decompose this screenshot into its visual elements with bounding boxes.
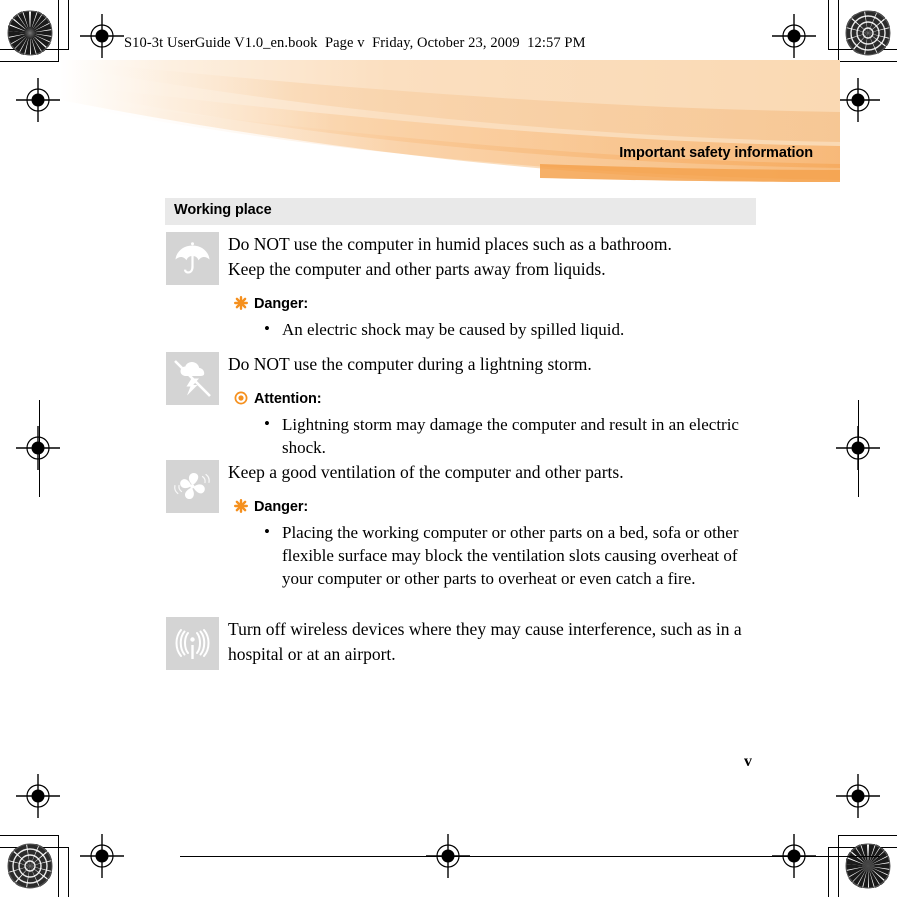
safety-block-wireless-body: Turn off wireless devices where they may… <box>228 617 756 667</box>
registration-mark-bottom-left-inner <box>80 834 124 878</box>
density-target-bottom-left <box>7 843 53 889</box>
page-banner-title: Important safety information <box>619 145 813 161</box>
danger-notice-heading: Danger: <box>228 497 756 517</box>
document-page: S10-3t UserGuide V1.0_en.book Page v Fri… <box>0 0 897 897</box>
paragraph: Do NOT use the computer in humid places … <box>228 234 672 254</box>
registration-mark-top-left-outer <box>16 78 60 122</box>
paragraph: Do NOT use the computer during a lightni… <box>228 354 592 374</box>
registration-mark-bottom-right-outer <box>836 774 880 818</box>
attention-notice-heading: Attention: <box>228 389 756 409</box>
danger-notice-label: Danger: <box>254 296 309 312</box>
crop-line-right-outer <box>838 0 839 62</box>
danger-bullet-list: An electric shock may be caused by spill… <box>228 317 756 341</box>
danger-asterisk-icon <box>234 499 248 513</box>
crop-line-left-outer-bottom <box>58 835 59 897</box>
registration-mark-top-left-inner <box>80 14 124 58</box>
danger-bullet-list: Placing the working computer or other pa… <box>228 520 756 590</box>
section-heading-label: Working place <box>174 202 272 218</box>
fan-ventilation-icon <box>166 460 219 513</box>
registration-mark-mid-right <box>836 426 880 470</box>
safety-block-lightning-body: Do NOT use the computer during a lightni… <box>228 352 756 459</box>
density-target-top-right <box>845 10 891 56</box>
attention-notice-label: Attention: <box>254 391 322 407</box>
crop-line-top-right-outer <box>838 61 897 62</box>
list-item: Lightning storm may damage the computer … <box>228 412 756 459</box>
crop-line-top-left-outer <box>0 61 59 62</box>
crop-line-bottom-center <box>180 856 880 857</box>
wireless-antenna-icon <box>166 617 219 670</box>
registration-mark-top-right-inner <box>772 14 816 58</box>
density-target-top-left <box>7 10 53 56</box>
section-heading-bar: Working place <box>165 198 756 225</box>
no-lightning-storm-icon <box>166 352 219 405</box>
paragraph: Keep the computer and other parts away f… <box>228 259 606 279</box>
density-target-bottom-right <box>845 843 891 889</box>
attention-bullet-list: Lightning storm may damage the computer … <box>228 412 756 459</box>
registration-mark-mid-left <box>16 426 60 470</box>
crop-line-bottom-left-outer <box>0 835 59 836</box>
crop-line-bottom-right-outer <box>838 835 897 836</box>
crop-line-left-outer <box>58 0 59 62</box>
paragraph: Keep a good ventilation of the computer … <box>228 462 624 482</box>
danger-asterisk-icon <box>234 296 248 310</box>
crop-line-right-inner <box>828 0 829 50</box>
page-banner-graphic <box>60 60 840 182</box>
registration-mark-bottom-left-outer <box>16 774 60 818</box>
crop-line-right-outer-bottom <box>838 835 839 897</box>
danger-notice-label: Danger: <box>254 499 309 515</box>
safety-block-ventilation-body: Keep a good ventilation of the computer … <box>228 460 756 590</box>
list-item: Placing the working computer or other pa… <box>228 520 756 590</box>
umbrella-icon <box>166 232 219 285</box>
registration-mark-top-right-outer <box>836 78 880 122</box>
list-item: An electric shock may be caused by spill… <box>228 317 756 341</box>
danger-notice-heading: Danger: <box>228 294 756 314</box>
paragraph: Turn off wireless devices where they may… <box>228 619 742 664</box>
crop-line-left-inner-bottom <box>68 847 69 897</box>
safety-block-humid-body: Do NOT use the computer in humid places … <box>228 232 756 341</box>
attention-dot-icon <box>234 391 248 405</box>
book-file-header: S10-3t UserGuide V1.0_en.book Page v Fri… <box>124 35 586 51</box>
crop-line-left-inner <box>68 0 69 50</box>
page-number: v <box>744 753 752 770</box>
crop-line-right-inner-bottom <box>828 847 829 897</box>
